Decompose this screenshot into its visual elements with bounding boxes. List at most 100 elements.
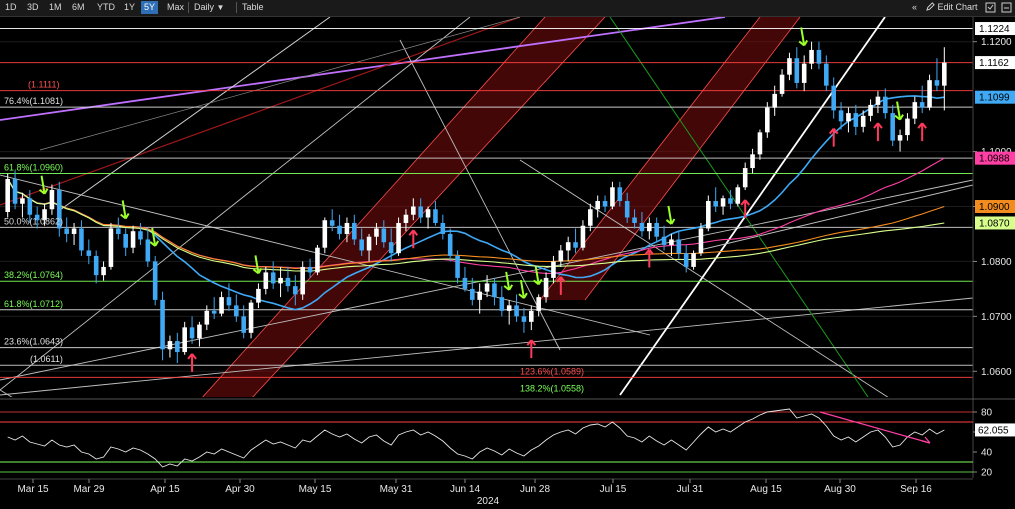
rsi-tick-label: 80 xyxy=(981,408,993,419)
rsi-tick-label: 20 xyxy=(981,468,993,479)
candle-body xyxy=(189,327,195,339)
candle-body xyxy=(558,250,564,262)
candle-body xyxy=(337,225,342,234)
rsi-tick-label: 40 xyxy=(981,448,993,459)
candle-body xyxy=(130,231,136,248)
candle-body xyxy=(462,277,468,289)
candle-body xyxy=(602,201,608,207)
candle-body xyxy=(654,222,659,237)
sell-signal-arrow xyxy=(644,248,655,268)
candle-body xyxy=(942,62,947,86)
price-tick-label: 1.0600 xyxy=(981,367,1012,378)
candle-body xyxy=(425,209,431,218)
price-badge-label: 1.1162 xyxy=(979,58,1009,69)
price-tick-label: 1.0700 xyxy=(981,312,1012,323)
candle-body xyxy=(270,272,276,284)
candle-body xyxy=(175,341,180,353)
candle-body xyxy=(853,113,859,127)
candle-body xyxy=(455,255,460,278)
fib-level-label: 61.8%(1.0712) xyxy=(4,299,63,309)
price-badges: 1.1224 1.1162 1.1099 1.0988 1.0900 1.0870 xyxy=(975,22,1015,230)
candle-body xyxy=(263,272,269,289)
candle-body xyxy=(447,233,453,256)
candle-body xyxy=(934,80,940,86)
candle-body xyxy=(204,310,210,325)
candle-body xyxy=(521,316,527,322)
candle-body xyxy=(580,225,586,248)
candle-body xyxy=(683,253,689,267)
buy-signal-arrow xyxy=(665,205,676,225)
candle-body xyxy=(440,222,446,234)
time-axis: Mar 15 Mar 29 Apr 15 Apr 30 May 15 May 31 Jun … xyxy=(0,478,973,507)
candle-body xyxy=(241,316,246,333)
candle-body xyxy=(20,198,25,204)
fib-level-label: 23.6%(1.0643) xyxy=(4,337,63,347)
candle-body xyxy=(838,110,844,122)
time-tick-label: Aug 30 xyxy=(824,484,856,495)
candle-body xyxy=(226,297,232,306)
candle-body xyxy=(418,206,423,218)
candle-body xyxy=(750,154,755,169)
candle-body xyxy=(499,297,505,311)
candle-body xyxy=(720,198,726,207)
candle-body xyxy=(108,228,114,267)
candle-body xyxy=(138,231,143,240)
candle-body xyxy=(713,201,718,207)
candle-body xyxy=(514,305,519,317)
rsi-divergence-line xyxy=(819,411,931,444)
candle-body xyxy=(64,228,69,234)
candle-body xyxy=(248,302,254,333)
candle-body xyxy=(101,266,106,276)
price-axis: 1.06001.07001.08001.09001.10001.1200 xyxy=(972,17,1012,478)
candle-body xyxy=(706,201,711,229)
purple-trend-line xyxy=(0,17,726,121)
price-badge-label: 1.0988 xyxy=(979,154,1010,165)
candle-body xyxy=(897,135,903,141)
candle-body xyxy=(624,201,630,218)
candle-body xyxy=(506,305,512,311)
channel-edge xyxy=(202,17,546,397)
candle-body xyxy=(691,253,696,267)
time-tick-label: Apr 30 xyxy=(225,484,255,495)
price-badge-label: 1.1224 xyxy=(979,24,1010,35)
candle-body xyxy=(757,132,763,155)
candle-body xyxy=(211,310,217,314)
rsi-panel: 8060402062.055 xyxy=(0,398,1015,479)
candle-body xyxy=(167,341,173,350)
candle-body xyxy=(307,266,313,273)
time-tick-label: Jun 14 xyxy=(450,484,480,495)
candle-body xyxy=(536,297,541,311)
candle-body xyxy=(152,261,158,300)
white-trend-line xyxy=(0,389,13,397)
candle-body xyxy=(256,288,261,303)
candle-body xyxy=(816,49,822,64)
candle-body xyxy=(123,233,128,248)
candle-body xyxy=(411,206,416,215)
time-tick-label: Jul 31 xyxy=(677,484,704,495)
white-trend-line xyxy=(59,17,331,211)
candle-body xyxy=(352,222,357,240)
candle-body xyxy=(396,222,401,254)
candle-body xyxy=(765,107,770,133)
candle-body xyxy=(86,250,92,256)
white-trend-line xyxy=(0,297,973,396)
candle-body xyxy=(801,63,807,83)
rsi-line xyxy=(7,408,945,468)
candle-body xyxy=(787,58,792,75)
candle-body xyxy=(883,96,888,114)
candle-body xyxy=(160,299,165,350)
candle-body xyxy=(315,247,320,273)
candle-body xyxy=(93,255,99,276)
candle-body xyxy=(293,286,298,295)
candle-body xyxy=(477,291,482,300)
candle-body xyxy=(344,222,350,234)
candle-body xyxy=(234,305,239,317)
candle-body xyxy=(182,327,187,353)
candle-body xyxy=(742,168,748,188)
candle-body xyxy=(197,324,202,339)
candle-body xyxy=(661,236,667,245)
price-chart[interactable]: 76.4%(1.1081) 61.8%(1.0960) 50.0%(1.0862) 3… xyxy=(0,0,1015,509)
candle-body xyxy=(927,80,932,108)
fib-level-label: (1.1111) xyxy=(28,80,60,90)
price-badge-label: 1.1099 xyxy=(979,93,1010,104)
